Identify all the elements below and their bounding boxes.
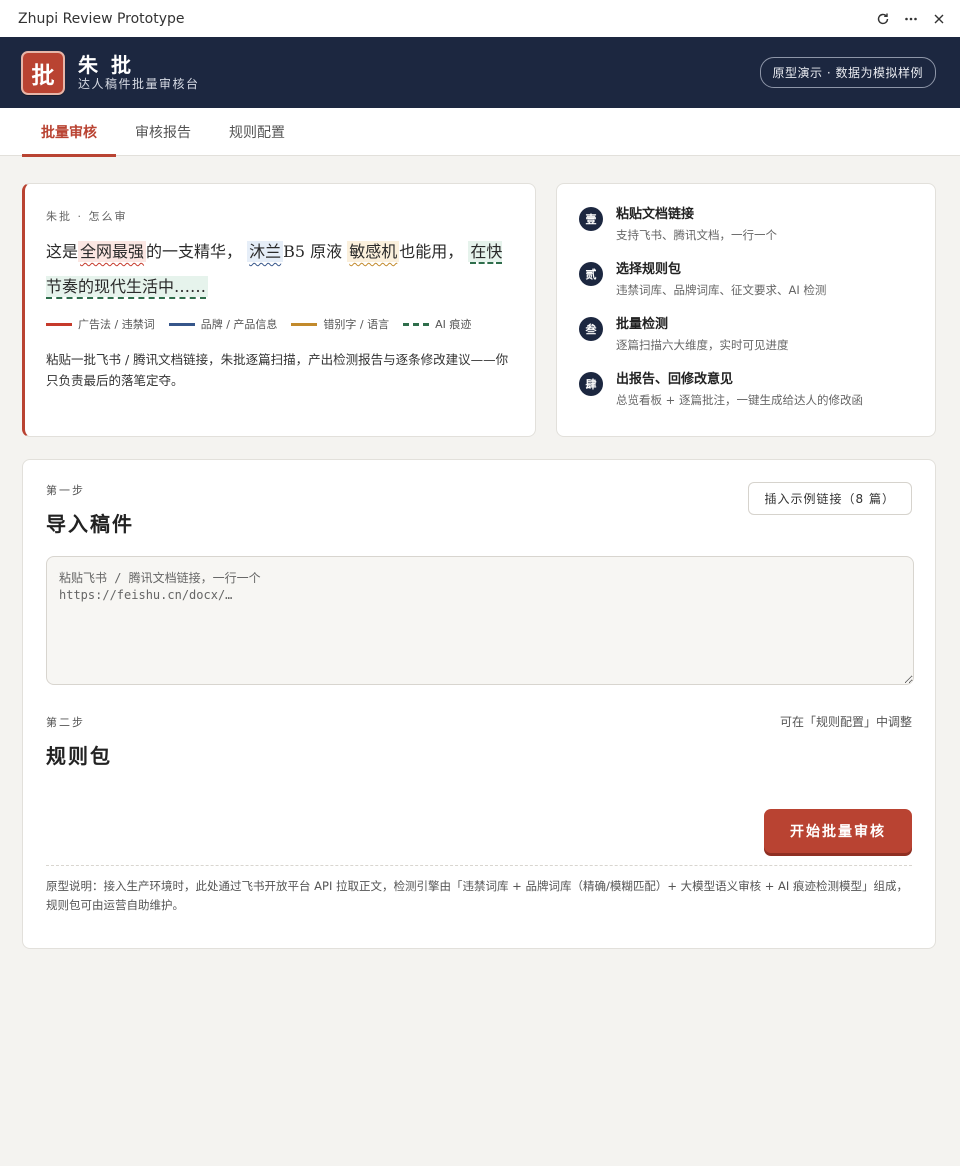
legend-item: 错别字 / 语言 — [291, 316, 389, 332]
intro-card: 朱批 · 怎么审 这是 全网最强 的一支精华， 沐兰 B5 原液 敏感机 也能用， 在快… — [22, 183, 536, 437]
step-number-badge: 贰 — [579, 262, 603, 286]
app-logo: 批 — [21, 50, 65, 95]
import-header: 第一步 导入稿件 插入示例链接（8 篇） — [46, 482, 912, 537]
close-icon[interactable] — [932, 12, 946, 26]
step-description: 支持飞书、腾讯文档，一行一个 — [616, 228, 777, 242]
step-item: 壹 粘贴文档链接支持飞书、腾讯文档，一行一个 — [579, 206, 915, 261]
step-number-badge: 壹 — [579, 207, 603, 231]
divider — [46, 865, 912, 866]
step-two-label: 第二步 — [46, 715, 85, 729]
intro-description: 粘贴一批飞书 / 腾讯文档链接，朱批逐篇扫描，产出检测报告与逐条修改建议——你只… — [46, 352, 509, 388]
legend-label: 广告法 / 违禁词 — [78, 318, 155, 331]
legend-item: AI 痕迹 — [403, 316, 471, 332]
step-one-label: 第一步 — [46, 484, 85, 497]
step-title: 批量检测 — [616, 317, 669, 332]
refresh-icon[interactable] — [876, 12, 890, 26]
import-card: 第一步 导入稿件 插入示例链接（8 篇） 第二步 可在「规则配置」中调整 规则包… — [22, 459, 936, 949]
tab-review-report[interactable]: 审核报告 — [116, 108, 210, 156]
mark-legend: 广告法 / 违禁词 品牌 / 产品信息 错别字 / 语言 AI 痕迹 — [46, 316, 515, 332]
app-window: Zhupi Review Prototype 批 朱 批 达人稿件批量审核台 原… — [0, 0, 960, 1166]
legend-item: 广告法 / 违禁词 — [46, 316, 155, 332]
sample-text: 这是 全网最强 的一支精华， 沐兰 B5 原液 敏感机 也能用， 在快节奏的现代生活中…… — [46, 234, 515, 304]
brand-text: 朱 批 达人稿件批量审核台 — [78, 54, 200, 92]
tab-batch-review[interactable]: 批量审核 — [22, 108, 116, 157]
rules-config-hint: 可在「规则配置」中调整 — [779, 715, 912, 729]
step-item: 肆 出报告、回修改意见总览看板 + 逐篇批注，一键生成给达人的修改函 — [579, 371, 915, 426]
mark-ad-law[interactable]: 全网最强 — [78, 241, 147, 262]
window-edge — [960, 0, 965, 1172]
app-subtitle: 达人稿件批量审核台 — [78, 76, 200, 91]
sample-plain: 也能用， — [399, 242, 464, 261]
import-title: 导入稿件 — [46, 512, 134, 536]
prototype-footnote: 原型说明：接入生产环境时，此处通过飞书开放平台 API 拉取正文，检测引擎由「违… — [46, 879, 908, 912]
window-titlebar: Zhupi Review Prototype — [0, 0, 960, 37]
steps-card: 壹 粘贴文档链接支持飞书、腾讯文档，一行一个 贰 选择规则包违禁词库、品牌词库、… — [556, 183, 936, 437]
intro-kicker: 朱批 · 怎么审 — [46, 210, 128, 223]
rules-header: 第二步 可在「规则配置」中调整 — [46, 713, 912, 730]
mark-brand[interactable]: 沐兰 — [247, 241, 284, 262]
legend-swatch — [291, 322, 318, 326]
sample-plain: B5 原液 — [283, 242, 343, 261]
step-title: 粘贴文档链接 — [616, 207, 695, 222]
brand: 批 朱 批 达人稿件批量审核台 — [21, 50, 200, 95]
app-name: 朱 批 — [78, 52, 134, 77]
sample-plain: 这是 — [46, 242, 79, 261]
rules-title: 规则包 — [46, 744, 112, 768]
step-title: 选择规则包 — [616, 262, 682, 277]
step-number-badge: 肆 — [579, 372, 603, 396]
doc-links-input[interactable] — [46, 556, 914, 685]
legend-swatch — [403, 322, 430, 326]
legend-swatch — [46, 322, 72, 326]
step-item: 贰 选择规则包违禁词库、品牌词库、征文要求、AI 检测 — [579, 261, 915, 316]
action-row: 开始批量审核 — [46, 809, 912, 853]
insert-sample-links-button[interactable]: 插入示例链接（8 篇） — [747, 482, 912, 515]
sample-plain: 的一支精华， — [146, 242, 243, 261]
tab-rule-config[interactable]: 规则配置 — [210, 108, 304, 156]
app-header: 批 朱 批 达人稿件批量审核台 原型演示 · 数据为模拟样例 — [0, 37, 960, 108]
mark-typo[interactable]: 敏感机 — [347, 241, 400, 262]
legend-label: 品牌 / 产品信息 — [200, 318, 278, 331]
step-description: 违禁词库、品牌词库、征文要求、AI 检测 — [616, 283, 827, 297]
window-edge — [0, 1166, 965, 1172]
legend-label: 错别字 / 语言 — [323, 318, 390, 331]
window-title: Zhupi Review Prototype — [18, 10, 185, 27]
window-controls — [876, 12, 946, 26]
step-item: 叁 批量检测逐篇扫描六大维度，实时可见进度 — [579, 316, 915, 371]
step-description: 总览看板 + 逐篇批注，一键生成给达人的修改函 — [616, 393, 863, 407]
tab-bar: 批量审核 审核报告 规则配置 — [0, 108, 960, 157]
legend-label: AI 痕迹 — [435, 318, 472, 331]
step-title: 出报告、回修改意见 — [616, 372, 734, 387]
prototype-badge: 原型演示 · 数据为模拟样例 — [759, 57, 936, 88]
legend-item: 品牌 / 产品信息 — [168, 316, 278, 332]
step-description: 逐篇扫描六大维度，实时可见进度 — [616, 338, 789, 352]
step-number-badge: 叁 — [579, 317, 603, 341]
more-icon[interactable] — [904, 12, 918, 26]
start-batch-review-button[interactable]: 开始批量审核 — [764, 809, 912, 853]
legend-swatch — [168, 322, 195, 326]
